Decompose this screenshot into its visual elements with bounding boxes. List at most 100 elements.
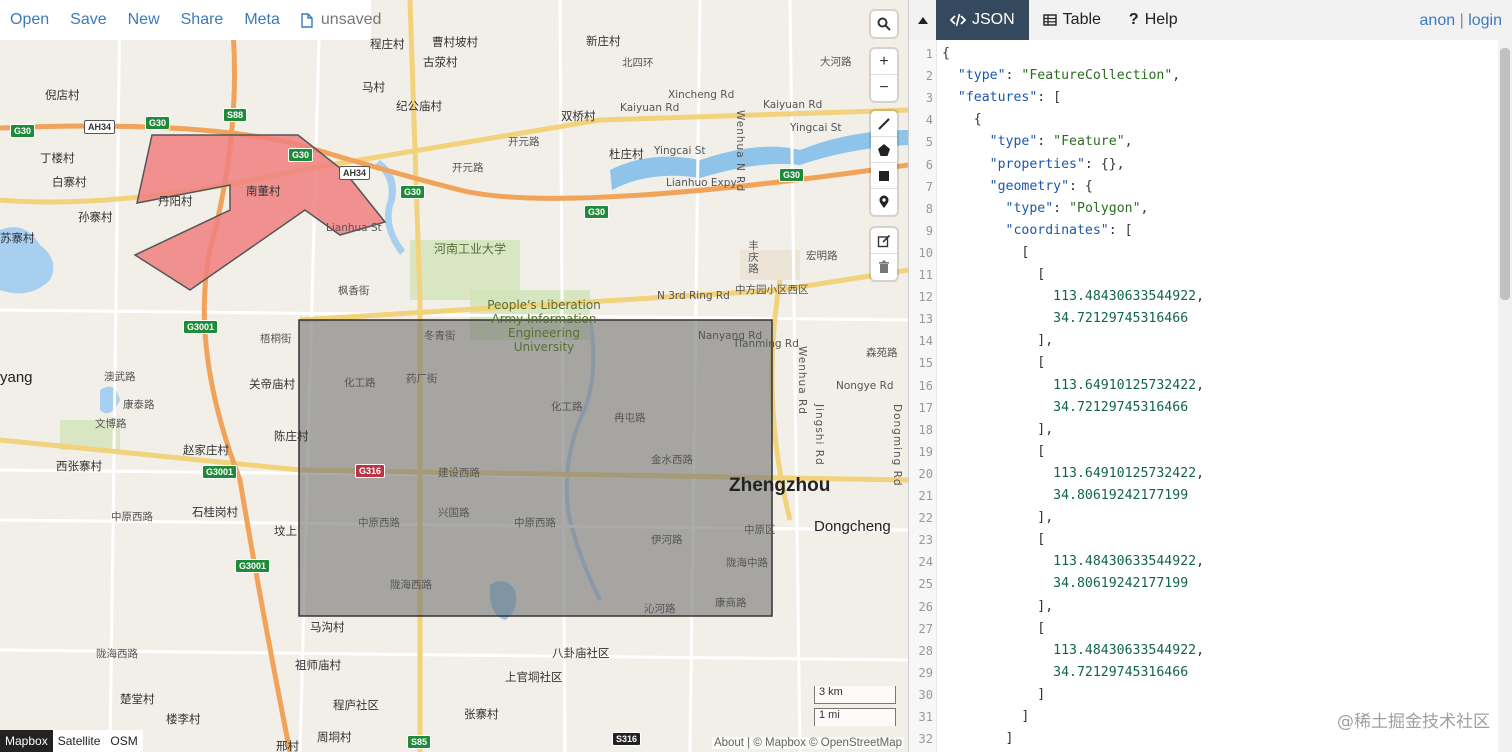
code-line: [ [942,244,1030,260]
line-number: 30 [918,687,933,702]
highway-shield: G3001 [202,465,238,479]
new-menu[interactable]: New [128,11,160,29]
poi-label: 河南工业大学 [434,242,507,256]
road-label: 冉屯路 [614,412,646,424]
line-number: 7 [925,179,933,194]
road-label: N 3rd Ring Rd [657,290,730,302]
code-line: "type": "Polygon", [1005,200,1149,216]
place-label: 丹阳村 [158,194,193,208]
road-label: Kaiyuan Rd [620,102,680,114]
highway-shield: G30 [288,148,314,162]
draw-marker-button[interactable] [871,189,897,215]
road-label: Xincheng Rd [668,89,735,101]
code-line: { [942,46,950,61]
road-label: 康泰路 [123,399,155,411]
road-label: 中原西路 [358,517,400,529]
road-label: 开元路 [452,162,484,174]
line-number: 23 [918,533,933,548]
collapse-button[interactable] [909,0,936,40]
line-number: 3 [925,91,933,106]
road-label: Wenhua Rd [796,346,808,415]
draw-rectangle-button[interactable] [871,163,897,189]
tab-json[interactable]: JSON [936,0,1029,40]
place-label: 纪公庙村 [396,99,442,113]
code-line: [ [942,620,1046,636]
code-line: "features": [ [957,90,1062,106]
road-label: Yingcai St [790,122,842,134]
highway-shield: G30 [145,116,171,130]
tab-help[interactable]: ? Help [1115,0,1192,40]
edit-button[interactable] [871,228,897,254]
place-label: 丁楼村 [40,151,75,165]
share-menu[interactable]: Share [181,11,224,29]
watermark: @稀土掘金技术社区 [1337,712,1490,732]
highway-shield: G30 [584,205,610,219]
file-status-label: unsaved [320,11,382,28]
code-line: 113.64910125732422, [1053,377,1205,393]
place-label: 西张寨村 [56,459,102,473]
code-line: ] [942,731,1014,747]
highway-shield: G3001 [235,559,271,573]
road-label: 大河路 [820,56,852,68]
road-label: 冬青街 [424,330,456,342]
line-number: 2 [925,69,933,84]
line-number: 16 [918,378,933,393]
line-number: 15 [918,356,933,371]
road-label: 兴国路 [438,507,470,519]
line-number: 25 [918,577,933,592]
place-label: 邢村 [276,739,299,752]
search-icon [877,17,891,31]
place-label: 程庐社区 [333,698,379,712]
code-line: 113.48430633544922, [1053,554,1205,570]
road-label: 梧桐街 [260,333,292,345]
layer-satellite[interactable]: Satellite [53,730,106,752]
line-number: 12 [918,290,933,305]
draw-toolbar [871,111,897,215]
place-label: 上官垌社区 [505,670,563,684]
polygon-icon [878,143,890,156]
code-line: [ [942,443,1046,459]
draw-polygon-button[interactable] [871,137,897,163]
road-label: Lianhua St [326,222,382,234]
road-label: 枫香街 [338,285,370,297]
place-label-dongcheng: Dongcheng [814,518,891,535]
anon-link[interactable]: anon [1420,12,1456,29]
scrollbar-thumb[interactable] [1500,48,1510,300]
code-line: 34.72129745316466 [1053,664,1189,680]
line-number: 29 [918,665,933,680]
trash-icon [879,260,889,273]
save-menu[interactable]: Save [70,11,106,29]
table-icon [1042,14,1057,26]
highway-shield: AH34 [84,120,116,134]
highway-shield: S316 [612,732,642,746]
layer-mapbox[interactable]: Mapbox [0,730,53,752]
search-button[interactable] [871,11,897,37]
auth-links: anon | login [1420,12,1502,30]
meta-menu[interactable]: Meta [244,11,280,29]
place-label: 马村 [362,80,385,94]
road-label: 丰庆路 [747,240,759,275]
place-label: 陈庄村 [274,429,309,443]
login-link[interactable]: login [1468,12,1502,29]
line-number: 32 [918,732,933,747]
place-label: 楚堂村 [120,692,155,706]
code-line: [ [942,355,1046,371]
open-menu[interactable]: Open [10,11,49,29]
map-attribution[interactable]: About | © Mapbox © OpenStreetMap [711,737,904,749]
zoom-out-button[interactable]: − [871,75,897,101]
road-label: Tianming Rd [733,338,799,350]
delete-button[interactable] [871,254,897,280]
search-control [871,11,897,37]
layer-osm[interactable]: OSM [105,730,142,752]
road-label: 药厂街 [406,373,438,385]
zoom-in-button[interactable]: + [871,49,897,75]
road-label: 中原西路 [111,511,153,523]
map-canvas[interactable]: 倪店村 丁楼村 白寨村 孙寨村 苏寨村 丹阳村 南董村 程庄村 曹村坡村 新庄村… [0,0,908,752]
tab-table[interactable]: Table [1029,0,1115,40]
draw-line-button[interactable] [871,111,897,137]
json-editor[interactable]: 1 2 3 4 5 6 7 8 9 10 11 12 13 14 15 16 17 18 19 20 21 22 23 24 2… [909,40,1512,752]
road-label: 中方园小区西区 [735,284,809,296]
editor-scrollbar[interactable] [1498,40,1512,752]
line-number: 31 [918,710,933,724]
line-number: 24 [918,555,933,570]
